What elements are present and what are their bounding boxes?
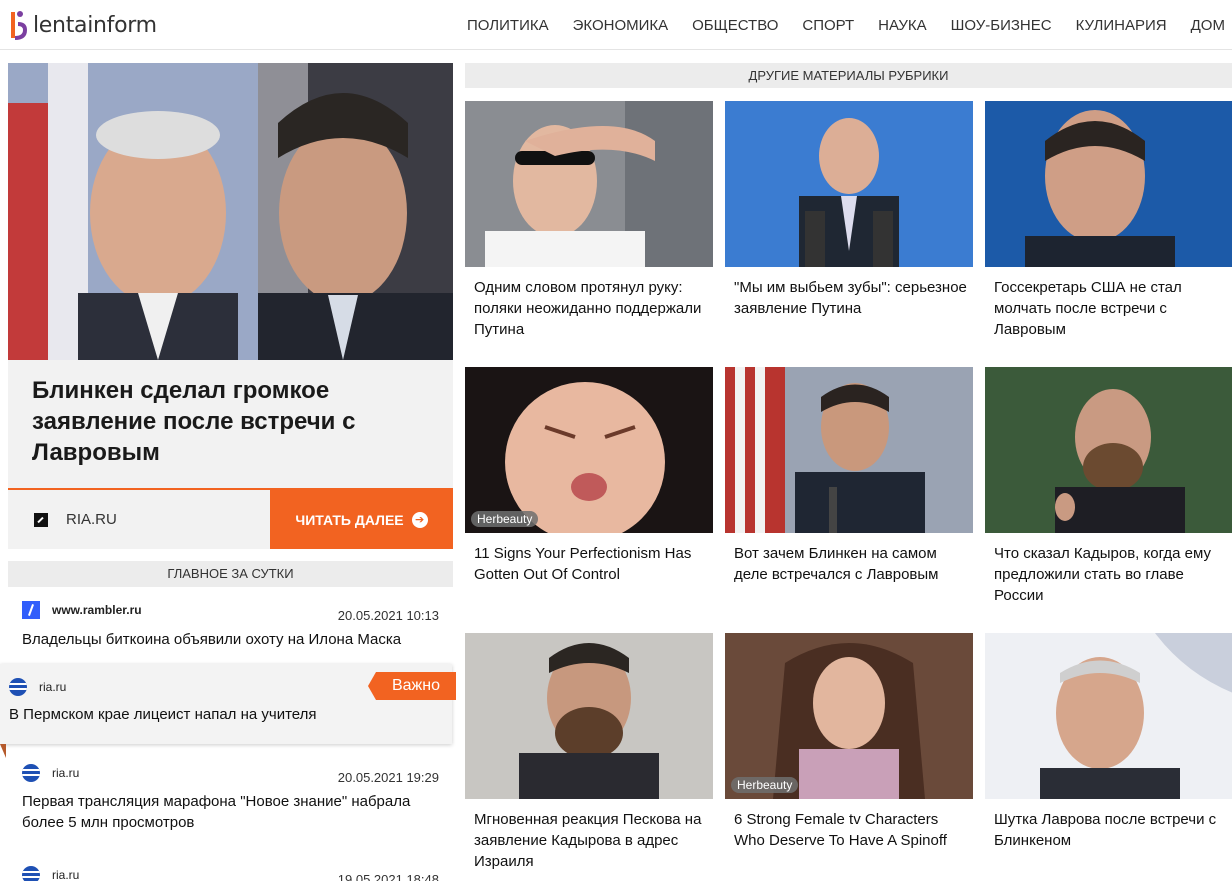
logo[interactable]: lentainform [9, 8, 157, 42]
sponsor-tag: Herbeauty [471, 511, 539, 527]
site-header: lentainform ПОЛИТИКА ЭКОНОМИКА ОБЩЕСТВО … [0, 0, 1232, 50]
external-link-icon [34, 512, 48, 527]
hero-source[interactable]: RIA.RU [8, 490, 270, 549]
hero-source-label: RIA.RU [66, 511, 117, 528]
ria-icon [9, 678, 27, 696]
news-source: ria.ru [22, 866, 79, 881]
card-image[interactable] [725, 101, 973, 267]
hero-image[interactable] [8, 63, 453, 360]
nav-item-society[interactable]: ОБЩЕСТВО [692, 17, 778, 34]
related-card[interactable]: "Мы им выбьем зубы": серьезное заявление… [725, 101, 973, 351]
card-title[interactable]: Вот зачем Блинкен на самом деле встречал… [734, 543, 970, 585]
ribbon-fold [0, 744, 6, 758]
card-title[interactable]: Госсекретарь США не стал молчать после в… [994, 277, 1230, 340]
card-title[interactable]: Шутка Лаврова после встречи с Блинкеном [994, 809, 1230, 851]
main-news-heading: ГЛАВНОЕ ЗА СУТКИ [8, 561, 453, 587]
card-title[interactable]: "Мы им выбьем зубы": серьезное заявление… [734, 277, 970, 319]
news-item[interactable]: ria.ru 19.05.2021 18:48 [8, 866, 453, 881]
hero-article[interactable]: Блинкен сделал громкое заявление после в… [8, 63, 453, 549]
news-item-important[interactable]: ria.ru Важно В Пермском крае лицеист нап… [0, 664, 456, 744]
news-item[interactable]: ria.ru 20.05.2021 19:29 Первая трансляци… [8, 764, 453, 844]
card-image[interactable] [465, 101, 713, 267]
card-title[interactable]: 6 Strong Female tv Characters Who Deserv… [734, 809, 970, 851]
main-nav: ПОЛИТИКА ЭКОНОМИКА ОБЩЕСТВО СПОРТ НАУКА … [455, 0, 1232, 50]
news-source-label: www.rambler.ru [52, 603, 142, 617]
nav-item-showbiz[interactable]: ШОУ-БИЗНЕС [951, 17, 1052, 34]
hero-action-bar: RIA.RU ЧИТАТЬ ДАЛЕЕ ➔ [8, 488, 453, 549]
news-source: www.rambler.ru [22, 601, 142, 619]
related-card[interactable]: Шутка Лаврова после встречи с Блинкеном [985, 633, 1232, 881]
related-heading: ДРУГИЕ МАТЕРИАЛЫ РУБРИКИ [465, 63, 1232, 88]
card-image[interactable] [985, 101, 1232, 267]
card-title[interactable]: 11 Signs Your Perfectionism Has Gotten O… [474, 543, 710, 585]
ria-icon [22, 764, 40, 782]
news-date: 19.05.2021 18:48 [337, 872, 439, 881]
related-card[interactable]: Вот зачем Блинкен на самом деле встречал… [725, 367, 973, 617]
card-image[interactable] [725, 367, 973, 533]
read-more-label: ЧИТАТЬ ДАЛЕЕ [295, 511, 404, 528]
card-title[interactable]: Одним словом протянул руку: поляки неожи… [474, 277, 710, 340]
nav-item-politics[interactable]: ПОЛИТИКА [467, 17, 549, 34]
important-badge: Важно [368, 672, 456, 700]
card-title[interactable]: Что сказал Кадыров, когда ему предложили… [994, 543, 1230, 606]
ria-icon [22, 866, 40, 881]
rambler-icon [22, 601, 40, 619]
nav-item-home[interactable]: ДОМ [1191, 17, 1225, 34]
related-card[interactable]: Что сказал Кадыров, когда ему предложили… [985, 367, 1232, 617]
nav-item-science[interactable]: НАУКА [878, 17, 926, 34]
logo-mark-icon [9, 8, 29, 42]
sponsor-tag: Herbeauty [731, 777, 799, 793]
arrow-right-icon: ➔ [411, 511, 428, 528]
card-image[interactable]: Herbeauty [725, 633, 973, 799]
news-source-label: ria.ru [52, 766, 80, 780]
nav-item-cooking[interactable]: КУЛИНАРИЯ [1076, 17, 1167, 34]
card-title[interactable]: Мгновенная реакция Пескова на заявление … [474, 809, 710, 872]
read-more-button[interactable]: ЧИТАТЬ ДАЛЕЕ ➔ [270, 490, 453, 549]
related-card[interactable]: Herbeauty 6 Strong Female tv Characters … [725, 633, 973, 881]
news-source-label: ria.ru [52, 868, 80, 881]
related-card[interactable]: Госсекретарь США не стал молчать после в… [985, 101, 1232, 351]
news-source: ria.ru [22, 764, 79, 782]
card-image[interactable] [985, 633, 1232, 799]
news-title[interactable]: Первая трансляция марафона "Новое знание… [22, 791, 447, 833]
news-title[interactable]: Владельцы биткоина объявили охоту на Ило… [22, 629, 447, 650]
related-card[interactable]: Мгновенная реакция Пескова на заявление … [465, 633, 713, 881]
news-item[interactable]: www.rambler.ru 20.05.2021 10:13 Владельц… [8, 597, 453, 657]
logo-text: lentainform [33, 12, 157, 38]
related-card[interactable]: Одним словом протянул руку: поляки неожи… [465, 101, 713, 351]
news-title[interactable]: В Пермском крае лицеист напал на учителя [9, 704, 434, 725]
news-date: 20.05.2021 19:29 [337, 770, 439, 785]
nav-item-sport[interactable]: СПОРТ [802, 17, 854, 34]
news-source-label: ria.ru [39, 680, 67, 694]
hero-title[interactable]: Блинкен сделал громкое заявление после в… [32, 375, 432, 468]
card-image[interactable] [465, 633, 713, 799]
card-image[interactable] [985, 367, 1232, 533]
card-image[interactable]: Herbeauty [465, 367, 713, 533]
nav-item-economy[interactable]: ЭКОНОМИКА [573, 17, 669, 34]
news-date: 20.05.2021 10:13 [337, 608, 439, 623]
related-card[interactable]: Herbeauty 11 Signs Your Perfectionism Ha… [465, 367, 713, 617]
news-source: ria.ru [9, 678, 66, 696]
